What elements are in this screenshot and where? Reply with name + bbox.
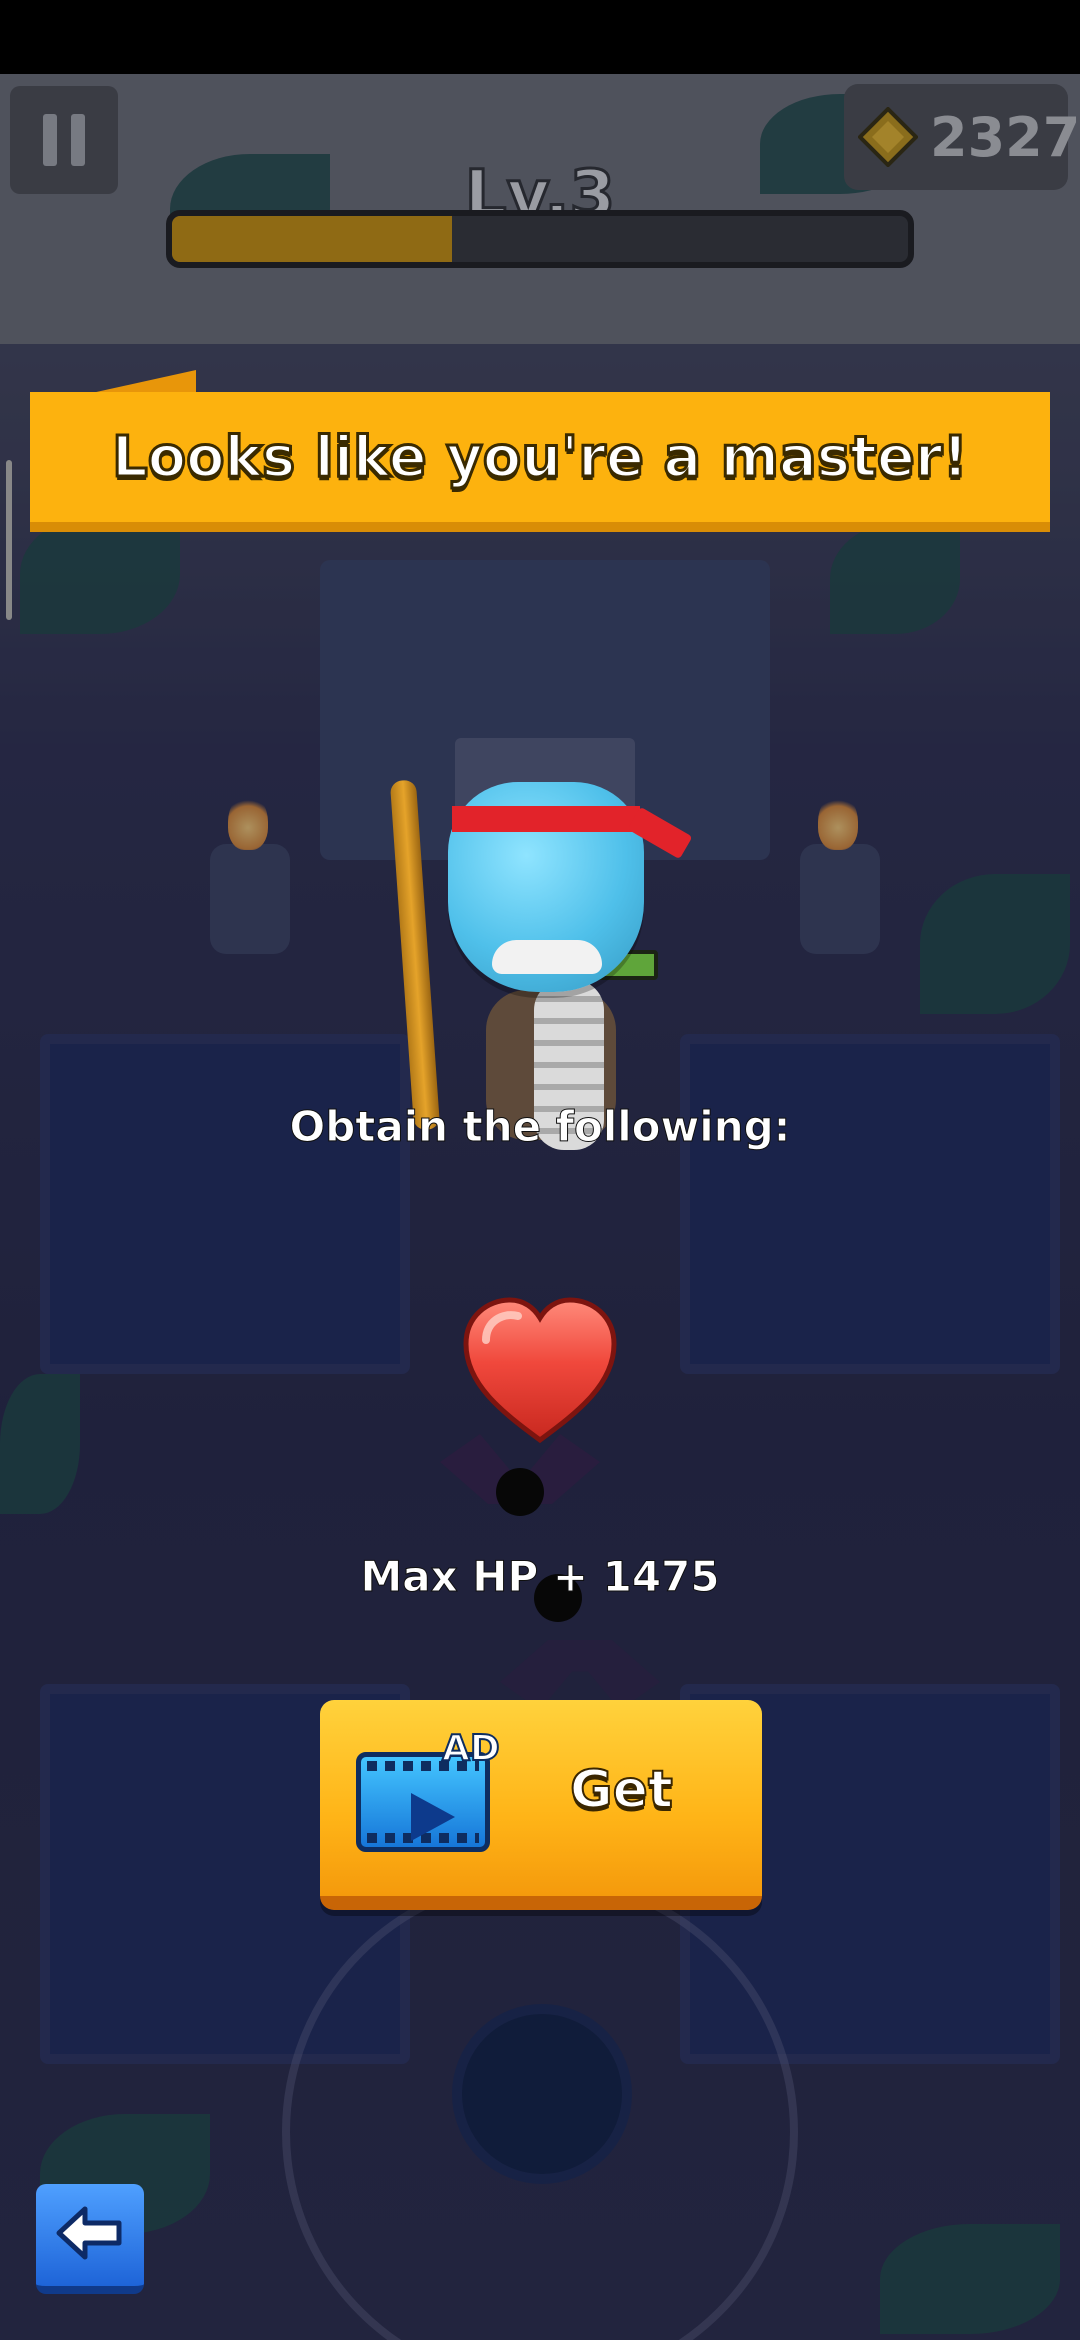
side-edge-marker bbox=[6, 460, 12, 620]
xp-progress-bar bbox=[166, 210, 914, 268]
red-headband bbox=[452, 806, 640, 832]
xp-progress-fill bbox=[172, 216, 452, 262]
pause-icon bbox=[43, 114, 57, 166]
play-icon bbox=[411, 1793, 455, 1841]
back-arrow-icon bbox=[55, 2205, 125, 2265]
red-heart-icon bbox=[462, 1296, 618, 1446]
gem-icon bbox=[858, 107, 918, 167]
back-button[interactable] bbox=[36, 2184, 144, 2294]
bat-shadow bbox=[496, 1468, 544, 1516]
ad-badge: AD bbox=[441, 1727, 501, 1770]
game-screen: 2 2327 Lv.3 Looks like you're a master! … bbox=[0, 0, 1080, 2340]
gem-count: 2327 bbox=[930, 105, 1080, 169]
gem-counter: 2327 bbox=[844, 84, 1080, 190]
get-button-label: Get bbox=[569, 1759, 674, 1821]
character-mustache bbox=[492, 940, 602, 974]
reward-label: Max HP + 1475 bbox=[360, 1552, 720, 1602]
get-reward-button[interactable]: AD Get bbox=[320, 1700, 762, 1910]
status-bar bbox=[0, 0, 1080, 74]
pause-icon bbox=[71, 114, 85, 166]
obtain-label: Obtain the following: bbox=[289, 1102, 791, 1152]
master-banner: Looks like you're a master! bbox=[30, 392, 1050, 532]
video-ad-icon: AD bbox=[356, 1727, 501, 1852]
pause-button[interactable] bbox=[10, 86, 118, 194]
banner-message: Looks like you're a master! bbox=[110, 423, 969, 491]
